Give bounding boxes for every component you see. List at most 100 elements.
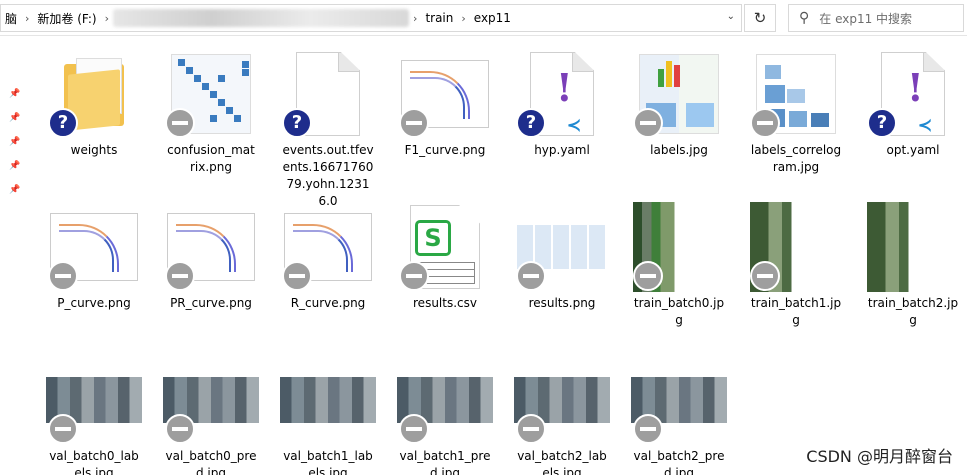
sync-status-icon — [48, 414, 78, 444]
question-overlay-icon: ? — [516, 108, 546, 138]
search-input[interactable]: ⚲ 在 exp11 中搜索 — [788, 4, 964, 32]
file-name: events.out.tfevents.1667176079.yohn.1231… — [282, 143, 374, 208]
file-item[interactable]: !? ≺ hyp.yaml — [514, 48, 610, 188]
file-thumbnail — [514, 201, 610, 293]
file-name: results.png — [528, 296, 596, 310]
file-name: train_batch0.jpg — [633, 296, 725, 327]
image-thumbnail — [280, 377, 376, 423]
file-thumbnail: ? — [280, 48, 376, 140]
sync-status-icon — [516, 261, 546, 291]
blurred-path — [113, 9, 410, 27]
file-item[interactable]: val_batch0_pred.jpg — [163, 354, 259, 475]
file-item[interactable]: ? weights — [46, 48, 142, 188]
pin-icon[interactable]: 📌 — [9, 89, 20, 99]
file-item[interactable]: train_batch1.jpg — [748, 201, 844, 341]
file-name: results.csv — [413, 296, 477, 310]
breadcrumb-exp11[interactable]: exp11 — [470, 11, 515, 25]
file-thumbnail — [748, 201, 844, 293]
file-name: P_curve.png — [57, 296, 131, 310]
sync-status-icon — [399, 414, 429, 444]
file-item[interactable]: F1_curve.png — [397, 48, 493, 188]
file-name: PR_curve.png — [170, 296, 252, 310]
breadcrumb-separator-icon[interactable]: › — [21, 12, 33, 25]
file-item[interactable]: P_curve.png — [46, 201, 142, 341]
pin-icon[interactable]: 📌 — [9, 113, 20, 123]
file-item[interactable]: ? events.out.tfevents.1667176079.yohn.123… — [280, 48, 376, 208]
file-item[interactable]: labels_correlogram.jpg — [748, 48, 844, 188]
file-name: train_batch2.jpg — [867, 296, 959, 327]
file-item[interactable]: train_batch2.jpg — [865, 201, 961, 341]
breadcrumb-drive[interactable]: 新加卷 (F:) — [33, 10, 100, 27]
sync-status-icon — [399, 261, 429, 291]
file-name: opt.yaml — [886, 143, 940, 157]
file-thumbnail — [280, 201, 376, 293]
question-overlay-icon: ? — [867, 108, 897, 138]
file-thumbnail — [631, 354, 727, 446]
breadcrumb-separator-icon[interactable]: › — [409, 12, 421, 25]
pin-icon[interactable]: 📌 — [9, 161, 20, 171]
file-name: hyp.yaml — [534, 143, 590, 157]
address-toolbar: 脑 › 新加卷 (F:) › › train › exp11 ⌄ ↻ ⚲ 在 e… — [0, 0, 967, 36]
file-thumbnail — [631, 201, 727, 293]
history-dropdown-icon[interactable]: ⌄ — [727, 11, 735, 22]
file-item[interactable]: R_curve.png — [280, 201, 376, 341]
file-item[interactable]: train_batch0.jpg — [631, 201, 727, 341]
sync-status-icon — [633, 108, 663, 138]
file-thumbnail — [631, 48, 727, 140]
file-name: val_batch1_labels.jpg — [283, 449, 373, 475]
sync-status-icon — [633, 414, 663, 444]
file-name: R_curve.png — [290, 296, 366, 310]
file-item[interactable]: val_batch0_labels.jpg — [46, 354, 142, 475]
file-item[interactable]: val_batch1_labels.jpg — [280, 354, 376, 475]
file-thumbnail: S — [397, 201, 493, 293]
sync-status-icon — [750, 108, 780, 138]
file-thumbnail — [163, 48, 259, 140]
file-thumbnail — [397, 354, 493, 446]
file-thumbnail: !? ≺ — [865, 48, 961, 140]
file-thumbnail — [865, 201, 961, 293]
question-overlay-icon: ? — [48, 108, 78, 138]
pin-icon[interactable]: 📌 — [9, 185, 20, 195]
file-thumbnail: !? ≺ — [514, 48, 610, 140]
file-item[interactable]: results.png — [514, 201, 610, 341]
file-thumbnail — [397, 48, 493, 140]
file-item[interactable]: labels.jpg — [631, 48, 727, 188]
file-name: val_batch2_labels.jpg — [517, 449, 607, 475]
search-placeholder: 在 exp11 中搜索 — [819, 11, 913, 26]
breadcrumb-separator-icon[interactable]: › — [101, 12, 113, 25]
file-item[interactable]: val_batch2_labels.jpg — [514, 354, 610, 475]
file-thumbnail — [163, 201, 259, 293]
file-name: confusion_matrix.png — [167, 143, 255, 174]
file-item[interactable]: Sresults.csv — [397, 201, 493, 341]
file-item[interactable]: confusion_matrix.png — [163, 48, 259, 188]
breadcrumb-this-pc[interactable]: 脑 — [1, 10, 21, 27]
file-name: val_batch0_pred.jpg — [165, 449, 257, 475]
file-item[interactable]: val_batch2_pred.jpg — [631, 354, 727, 475]
image-thumbnail — [867, 202, 959, 292]
file-thumbnail: ? — [46, 48, 142, 140]
file-name: val_batch2_pred.jpg — [633, 449, 725, 475]
file-name: train_batch1.jpg — [750, 296, 842, 327]
breadcrumb-separator-icon[interactable]: › — [457, 12, 469, 25]
file-name: labels.jpg — [650, 143, 708, 157]
file-thumbnail — [46, 354, 142, 446]
refresh-button[interactable]: ↻ — [744, 4, 776, 32]
refresh-icon: ↻ — [753, 9, 767, 27]
file-name: labels_correlogram.jpg — [750, 143, 842, 174]
file-thumbnail — [748, 48, 844, 140]
address-bar[interactable]: 脑 › 新加卷 (F:) › › train › exp11 ⌄ — [0, 4, 742, 32]
pin-icon[interactable]: 📌 — [9, 137, 20, 147]
file-thumbnail — [514, 354, 610, 446]
breadcrumb-train[interactable]: train — [421, 11, 457, 25]
sync-status-icon — [633, 261, 663, 291]
sync-status-icon — [282, 261, 312, 291]
file-name: weights — [70, 143, 118, 157]
file-item[interactable]: val_batch1_pred.jpg — [397, 354, 493, 475]
question-overlay-icon: ? — [282, 108, 312, 138]
file-name: val_batch1_pred.jpg — [399, 449, 491, 475]
watermark: CSDN @明月醉窗台 — [806, 447, 953, 466]
file-item[interactable]: !? ≺ opt.yaml — [865, 48, 961, 188]
sync-status-icon — [399, 108, 429, 138]
sync-status-icon — [165, 261, 195, 291]
file-item[interactable]: PR_curve.png — [163, 201, 259, 341]
